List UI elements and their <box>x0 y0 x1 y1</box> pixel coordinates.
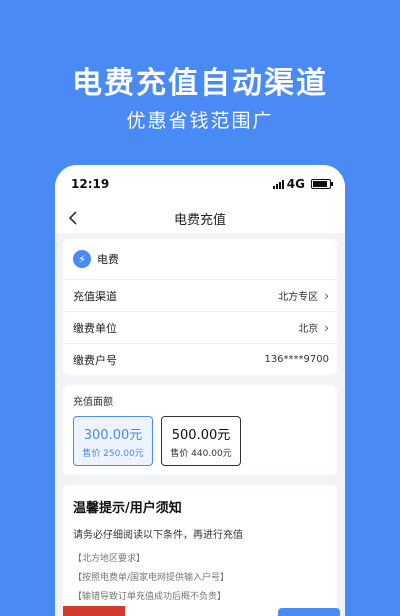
channel-value: 北方专区 <box>278 292 319 303</box>
signal-icon <box>272 179 284 189</box>
account-number-label: 缴费户号 <box>73 353 117 367</box>
option-face-value: 300.00元 <box>83 427 143 443</box>
notice-intro: 请务必仔细阅读以下条件，再进行充值 <box>73 530 243 541</box>
account-number-value: 136****9700 <box>264 354 329 365</box>
service-header: ⚡ 电费 <box>63 239 337 279</box>
amount-option-500[interactable]: 500.00元 售价 440.00元 <box>161 416 241 466</box>
channel-label: 充值渠道 <box>73 289 117 303</box>
status-time: 12:19 <box>71 177 110 191</box>
bottom-left-button[interactable] <box>63 606 125 616</box>
account-number-row: 缴费户号 136****9700 <box>63 343 337 375</box>
amount-options: 300.00元 售价 250.00元 500.00元 售价 440.00元 <box>63 408 337 466</box>
chevron-right-icon: › <box>324 288 329 303</box>
status-indicators: 4G <box>272 177 333 191</box>
notice-item: 【北方地区要求】 <box>73 554 146 564</box>
notice-item: 【按照电费单/国家电网提供输入户号】 <box>73 573 230 583</box>
chevron-right-icon: › <box>324 320 329 335</box>
payment-unit-value: 北京 <box>298 324 319 335</box>
amount-card: 充值面额 300.00元 售价 250.00元 500.00元 售价 440.0… <box>63 385 337 475</box>
promo-subtitle: 优惠省钱范围广 <box>126 110 274 132</box>
bottom-right-button[interactable] <box>278 608 340 616</box>
option-price: 售价 250.00元 <box>82 448 144 459</box>
service-name: 电费 <box>97 253 119 266</box>
notice-title: 温馨提示/用户须知 <box>73 501 182 516</box>
page-title: 电费充值 <box>173 212 226 228</box>
amount-label: 充值面额 <box>73 397 113 408</box>
option-face-value: 500.00元 <box>171 427 231 443</box>
channel-row[interactable]: 充值渠道 北方专区 › <box>63 279 337 311</box>
nav-bar: 电费充值 <box>55 203 345 233</box>
notice-item: 【输错导致订单充值成功后概不负责】 <box>73 592 227 602</box>
notice-card: 温馨提示/用户须知 请务必仔细阅读以下条件，再进行充值 【北方地区要求】 【按照… <box>63 485 337 616</box>
promo-title: 电费充值自动渠道 <box>72 66 328 101</box>
bolt-icon: ⚡ <box>73 250 91 268</box>
recharge-info-card: ⚡ 电费 充值渠道 北方专区 › 缴费单位 北京 › 缴费户号 136****9… <box>63 239 337 375</box>
battery-icon <box>311 179 333 189</box>
payment-unit-label: 缴费单位 <box>73 321 117 335</box>
option-price: 售价 440.00元 <box>170 448 232 459</box>
status-bar: 12:19 4G <box>55 165 345 203</box>
back-button[interactable] <box>63 208 83 228</box>
payment-unit-row[interactable]: 缴费单位 北京 › <box>63 311 337 343</box>
chevron-left-icon <box>68 211 77 225</box>
amount-option-300[interactable]: 300.00元 售价 250.00元 <box>73 416 153 466</box>
network-label: 4G <box>286 177 305 191</box>
phone-screen: 12:19 4G 电费充值 ⚡ 电费 充值渠道 北方专区 › 缴费单位 北京 ›… <box>55 165 345 616</box>
